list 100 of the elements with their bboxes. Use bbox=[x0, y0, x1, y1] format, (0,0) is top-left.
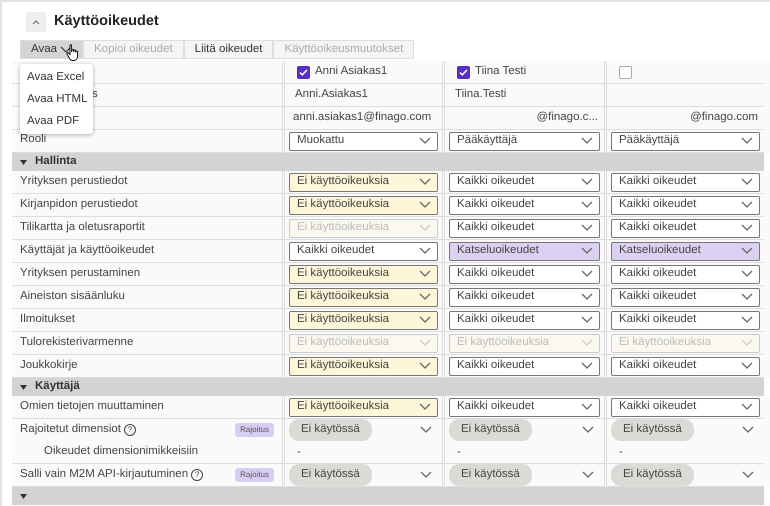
permission-select[interactable]: Katseluoikeudet bbox=[449, 242, 600, 260]
role-select[interactable]: Muokattu bbox=[289, 132, 438, 150]
email-text: @finago.com bbox=[690, 110, 758, 126]
permission-select[interactable]: Katseluoikeudet bbox=[611, 242, 760, 260]
checkbox[interactable] bbox=[297, 66, 310, 78]
row-label: Joukkokirje bbox=[20, 358, 78, 374]
status-toggle[interactable]: Ei käytössä bbox=[611, 464, 694, 486]
permission-select[interactable]: Kaikki oikeudet bbox=[611, 264, 760, 284]
chevron-down-icon bbox=[741, 178, 753, 186]
checkmark-icon bbox=[459, 68, 468, 76]
row-label: Omien tietojen muuttaminen bbox=[20, 399, 164, 414]
chevron-down-icon bbox=[741, 403, 753, 411]
permission-select[interactable]: Ei käyttöoikeuksia bbox=[289, 172, 438, 192]
group-title: Hallinta bbox=[35, 154, 77, 170]
permission-select[interactable]: Ei käyttöoikeuksia bbox=[289, 310, 438, 330]
row-label: Aineiston sisäänluku bbox=[20, 289, 125, 304]
chevron-down-icon bbox=[582, 426, 594, 434]
row-label: Käyttäjät ja käyttöoikeudet bbox=[20, 243, 154, 258]
toolbar-button[interactable]: Liitä oikeudet bbox=[184, 40, 274, 59]
row-label: Yrityksen perustiedot bbox=[20, 174, 128, 190]
chevron-down-icon bbox=[419, 362, 431, 370]
chevron-down-icon bbox=[742, 426, 754, 434]
help-icon[interactable]: ? bbox=[124, 424, 136, 436]
chevron-down-icon bbox=[420, 426, 432, 434]
chevron-up-icon bbox=[32, 20, 40, 24]
menu-item[interactable]: Avaa PDF bbox=[20, 110, 93, 132]
chevron-down-icon bbox=[581, 224, 593, 232]
status-toggle[interactable]: Ei käytössä bbox=[289, 464, 372, 486]
chevron-down-icon bbox=[419, 178, 431, 186]
checkbox[interactable] bbox=[457, 66, 470, 78]
permission-select[interactable]: Kaikki oikeudet bbox=[449, 196, 600, 214]
permission-select[interactable]: Ei käyttöoikeuksia bbox=[289, 288, 438, 306]
collapse-triangle-icon[interactable] bbox=[20, 494, 27, 498]
collapse-triangle-icon[interactable] bbox=[20, 384, 27, 390]
chevron-down-icon bbox=[419, 137, 431, 145]
permission-select[interactable]: Ei käyttöoikeuksia bbox=[289, 356, 438, 376]
chevron-down-icon bbox=[420, 471, 432, 479]
help-icon[interactable]: ? bbox=[191, 469, 204, 481]
menu-item[interactable]: Avaa Excel bbox=[20, 66, 93, 88]
username-text: Anni.Asiakas1 bbox=[295, 87, 368, 102]
permission-select[interactable]: Kaikki oikeudet bbox=[449, 288, 600, 306]
chevron-down-icon bbox=[581, 339, 593, 347]
chevron-down-icon bbox=[581, 316, 593, 324]
permission-select[interactable]: Kaikki oikeudet bbox=[449, 264, 600, 284]
row-label: Ilmoitukset bbox=[20, 312, 75, 328]
permission-select[interactable]: Kaikki oikeudet bbox=[611, 196, 760, 214]
collapse-triangle-icon[interactable] bbox=[20, 160, 27, 164]
chevron-down-icon bbox=[581, 201, 593, 209]
chevron-down-icon bbox=[581, 270, 593, 278]
chevron-down-icon bbox=[741, 137, 753, 145]
row-label: Yrityksen perustaminen bbox=[20, 266, 140, 282]
chevron-down-icon bbox=[741, 362, 753, 370]
permission-select[interactable]: Kaikki oikeudet bbox=[449, 172, 600, 192]
chevron-down-icon bbox=[582, 471, 594, 479]
permission-select[interactable]: Kaikki oikeudet bbox=[449, 218, 600, 238]
chevron-down-icon bbox=[581, 293, 593, 301]
sub-value: - bbox=[456, 445, 462, 460]
permission-select[interactable]: Kaikki oikeudet bbox=[449, 356, 600, 376]
permission-select[interactable]: Kaikki oikeudet bbox=[611, 172, 760, 192]
sub-row-label: Oikeudet dimensionimikkeisiin bbox=[43, 444, 200, 460]
group-header[interactable]: Hallinta bbox=[12, 153, 764, 171]
permission-select[interactable]: Kaikki oikeudet bbox=[611, 356, 760, 376]
permission-select[interactable]: Kaikki oikeudet bbox=[449, 398, 600, 416]
chevron-down-icon bbox=[419, 316, 431, 324]
row-label: Kirjanpidon perustiedot bbox=[20, 197, 138, 212]
chevron-down-icon bbox=[741, 224, 753, 232]
chevron-down-icon bbox=[419, 403, 431, 411]
role-select[interactable]: Pääkäyttäjä bbox=[611, 132, 760, 150]
permission-select[interactable]: Kaikki oikeudet bbox=[289, 242, 438, 260]
role-select[interactable]: Pääkäyttäjä bbox=[449, 132, 600, 150]
menu-item[interactable]: Avaa HTML bbox=[20, 88, 93, 110]
permission-select[interactable]: Ei käyttöoikeuksia bbox=[289, 196, 438, 214]
dropdown-button[interactable]: Avaa bbox=[20, 40, 84, 59]
group-header[interactable]: Käyttäjä bbox=[12, 378, 764, 396]
permission-select[interactable]: Kaikki oikeudet bbox=[611, 218, 760, 238]
chevron-down-icon bbox=[419, 224, 431, 232]
chevron-down-icon bbox=[741, 339, 753, 347]
status-toggle[interactable]: Ei käytössä bbox=[449, 419, 532, 441]
collapse-button[interactable] bbox=[26, 12, 46, 32]
chevron-down-icon bbox=[419, 201, 431, 209]
row-label: Salli vain M2M API-kirjautuminen bbox=[20, 467, 188, 482]
group-title: Käyttäjä bbox=[35, 379, 80, 394]
permission-select[interactable]: Ei käyttöoikeuksia bbox=[289, 264, 438, 284]
status-toggle[interactable]: Ei käytössä bbox=[289, 419, 372, 441]
chevron-down-icon bbox=[581, 178, 593, 186]
permission-select[interactable]: Ei käyttöoikeuksia bbox=[289, 398, 438, 416]
chevron-down-icon bbox=[741, 293, 753, 301]
permission-select[interactable]: Kaikki oikeudet bbox=[449, 310, 600, 330]
checkmark-icon bbox=[299, 68, 308, 76]
status-toggle[interactable]: Ei käytössä bbox=[611, 419, 694, 441]
permission-select[interactable]: Kaikki oikeudet bbox=[611, 288, 760, 306]
checkbox[interactable] bbox=[619, 66, 632, 78]
status-toggle[interactable]: Ei käytössä bbox=[449, 464, 532, 486]
section-title: Käyttöoikeudet bbox=[54, 13, 159, 31]
row-label: Tilikartta ja oletusraportit bbox=[20, 220, 145, 236]
row-label: Rooli bbox=[20, 132, 46, 147]
permission-select[interactable]: Kaikki oikeudet bbox=[611, 310, 760, 330]
chevron-down-icon bbox=[741, 270, 753, 278]
chevron-down-icon bbox=[741, 247, 753, 255]
permission-select[interactable]: Kaikki oikeudet bbox=[611, 398, 760, 416]
